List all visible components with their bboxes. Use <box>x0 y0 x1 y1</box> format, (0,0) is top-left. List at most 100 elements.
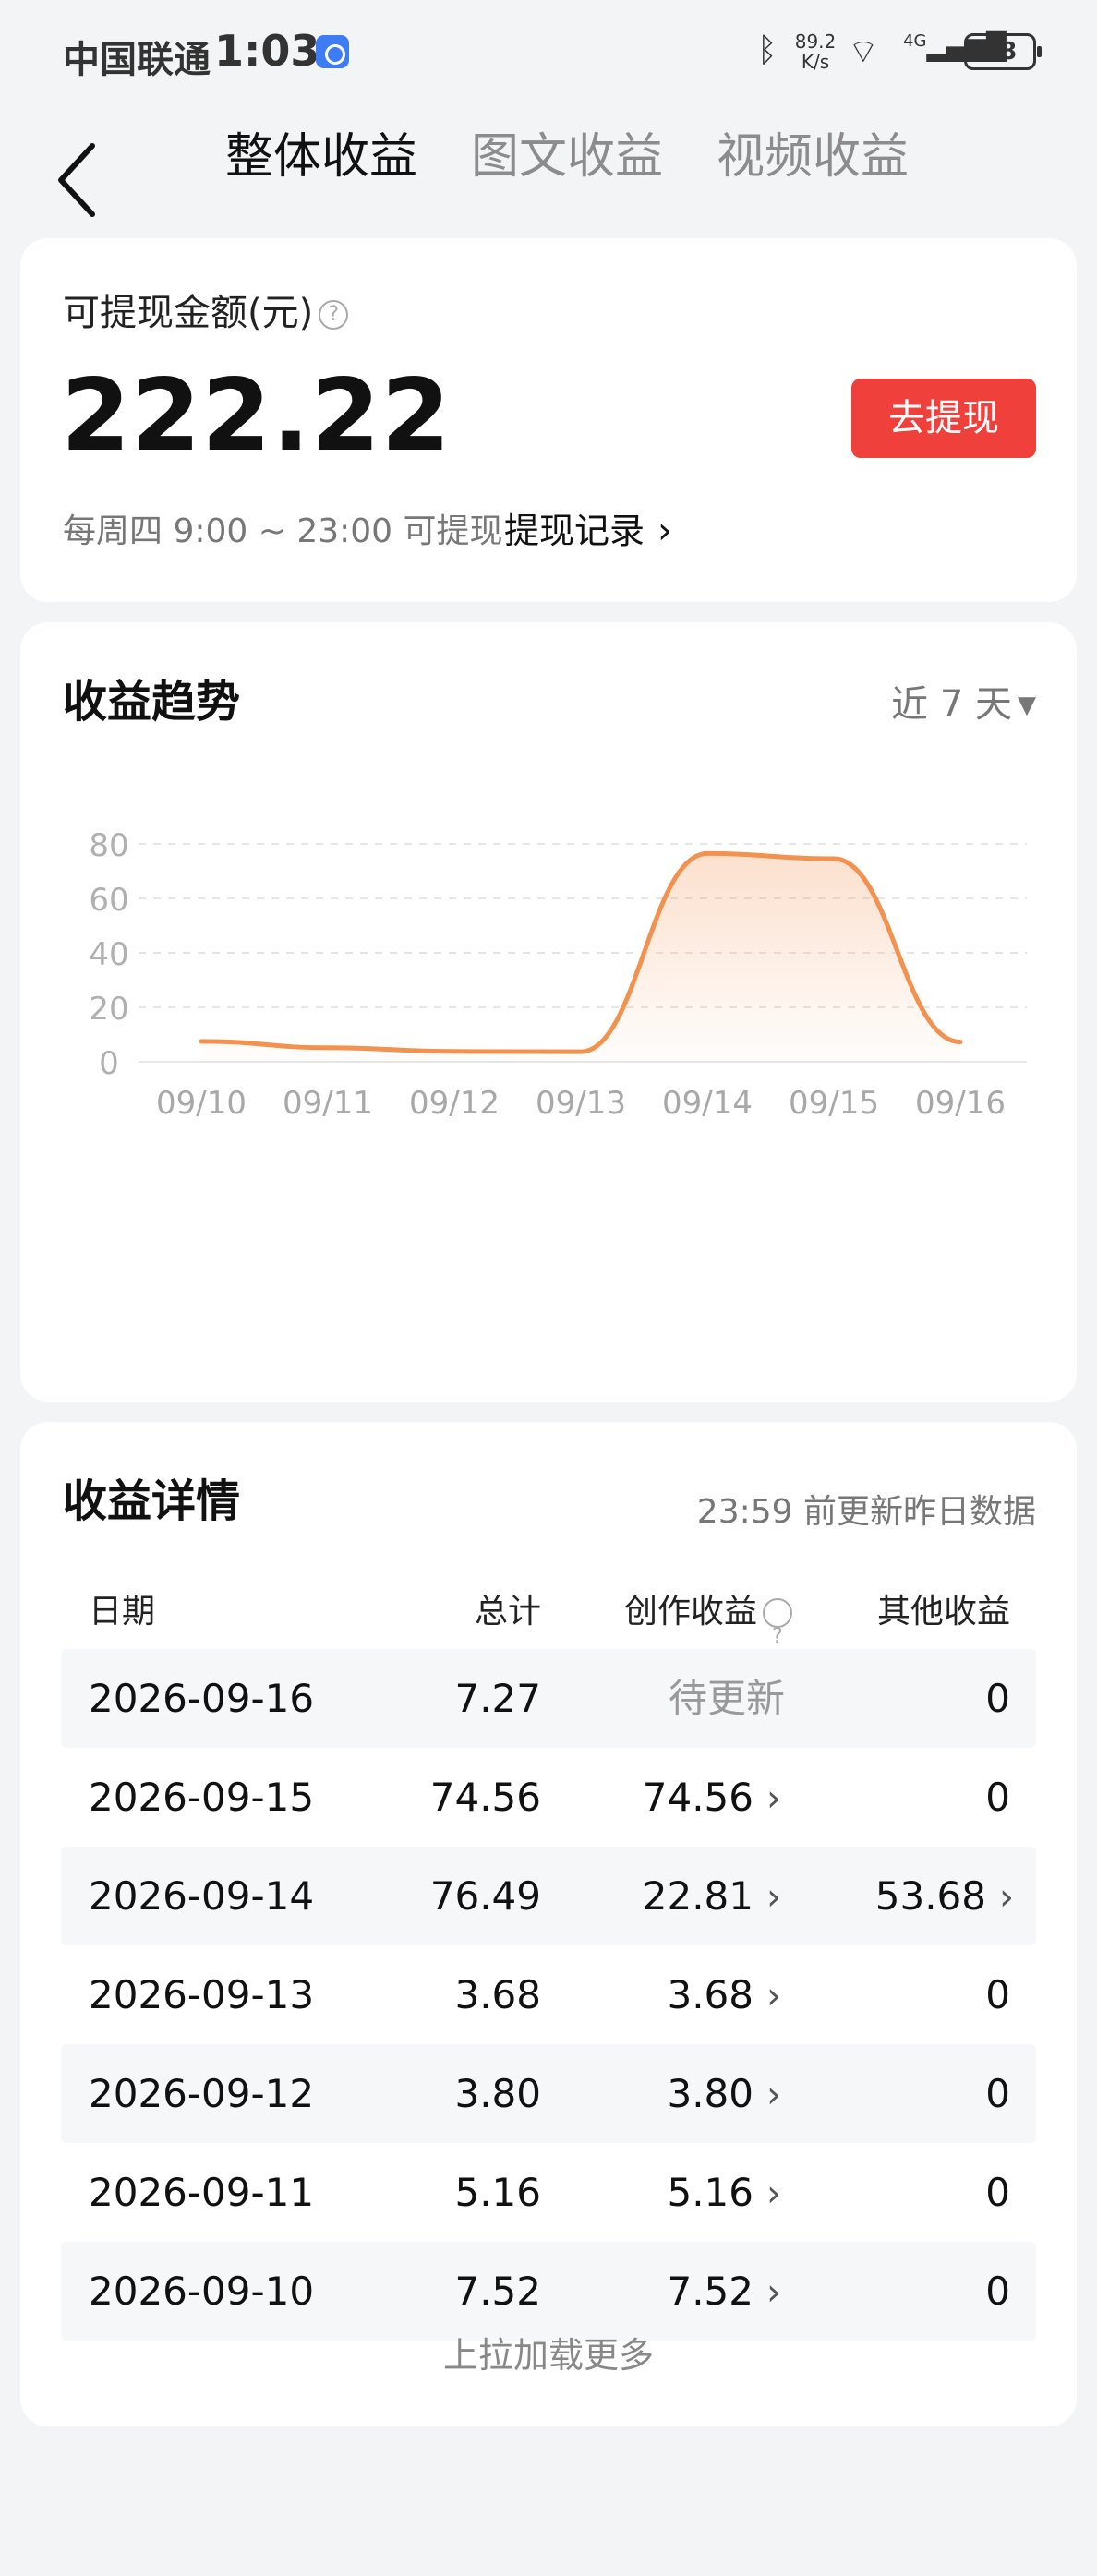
caret-down-icon: ▼ <box>1018 692 1036 719</box>
x-tick-label: 09/13 <box>536 1085 626 1122</box>
balance-card: 可提现金额(元)? 222.22 去提现 每周四 9:00 ~ 23:00 可提… <box>20 238 1077 602</box>
x-tick-label: 09/14 <box>662 1085 753 1122</box>
balance-label-row: 可提现金额(元)? <box>63 283 349 336</box>
withdraw-record-label: 提现记录 <box>504 511 645 551</box>
chevron-right-icon: › <box>657 510 673 552</box>
row-creation-link[interactable]: 22.81 › <box>643 1847 781 1947</box>
help-icon[interactable]: ? <box>763 1598 792 1648</box>
row-total: 76.49 <box>429 1873 541 1919</box>
y-tick-label: 0 <box>99 1045 119 1082</box>
net-speed: 89.2 K/s <box>794 30 837 73</box>
app-notification-icon <box>316 35 349 68</box>
withdraw-record-link[interactable]: 提现记录 › <box>504 502 672 553</box>
trend-chart: 0 20 40 60 80 09/10 09/11 09/12 09/13 09/14 09/15 0… <box>89 827 1027 1122</box>
details-card: 收益详情 23:59 前更新昨日数据 日期 总计 创作收益? 其他收益 2026… <box>20 1422 1077 2426</box>
chevron-right-icon: › <box>766 2271 781 2314</box>
row-other-link[interactable]: 53.68 › <box>875 1847 1014 1947</box>
col-creation-label: 创作收益 <box>623 1593 757 1631</box>
row-date: 2026-09-15 <box>89 1775 315 1820</box>
row-date: 2026-09-11 <box>89 2170 315 2215</box>
row-creation-link[interactable]: 5.16 › <box>667 2143 781 2244</box>
x-tick-label: 09/11 <box>283 1085 373 1122</box>
table-row: 2026-09-12 3.80 3.80 › 0 <box>61 2044 1036 2143</box>
x-tick-label: 09/10 <box>156 1085 247 1122</box>
trend-card: 收益趋势 近 7 天 ▼ 0 20 40 60 80 09/10 09/11 09/12 09/1… <box>20 622 1077 1402</box>
tab-article-income[interactable]: 图文收益 <box>471 120 663 194</box>
bluetooth-icon: ᛒ <box>757 31 778 69</box>
network-type: 4G <box>903 31 927 51</box>
details-table: 2026-09-16 7.27 待更新 0 2026-09-15 74.56 74.56 › 0… <box>61 1649 1036 2341</box>
chevron-right-icon: › <box>766 1777 781 1820</box>
chevron-right-icon: › <box>766 2173 781 2215</box>
y-tick-label: 20 <box>89 991 128 1028</box>
back-button[interactable] <box>52 138 107 222</box>
trend-title: 收益趋势 <box>63 676 241 728</box>
tab-bar: 整体收益 图文收益 视频收益 <box>225 120 962 194</box>
row-creation: 3.68 <box>667 1972 753 2017</box>
withdraw-schedule-note: 每周四 9:00 ~ 23:00 可提现 <box>63 512 503 550</box>
row-total: 3.80 <box>454 2071 541 2116</box>
withdraw-button[interactable]: 去提现 <box>851 379 1036 458</box>
y-tick-label: 60 <box>89 882 128 919</box>
row-other: 0 <box>985 1676 1010 1721</box>
tab-video-income[interactable]: 视频收益 <box>717 120 909 194</box>
range-select-value: 近 7 天 <box>891 683 1012 726</box>
table-row: 2026-09-15 74.56 74.56 › 0 <box>61 1748 1036 1847</box>
carrier-label: 中国联通 <box>63 39 211 81</box>
help-icon[interactable]: ? <box>319 300 349 330</box>
row-other: 0 <box>985 2071 1010 2116</box>
load-more-hint: 上拉加载更多 <box>442 2335 654 2376</box>
x-tick-label: 09/16 <box>915 1085 1006 1122</box>
row-creation-link[interactable]: 74.56 › <box>643 1748 781 1848</box>
range-select[interactable]: 近 7 天 ▼ <box>891 674 1036 728</box>
table-row: 2026-09-13 3.68 3.68 › 0 <box>61 1945 1036 2044</box>
chevron-right-icon: › <box>766 2074 781 2116</box>
y-tick-label: 80 <box>89 827 128 864</box>
table-row: 2026-09-11 5.16 5.16 › 0 <box>61 2143 1036 2242</box>
x-tick-label: 09/15 <box>789 1085 879 1122</box>
col-total: 总计 <box>474 1593 541 1631</box>
balance-label: 可提现金额(元) <box>63 292 314 334</box>
chevron-right-icon: › <box>766 1975 781 2017</box>
table-header: 日期 总计 创作收益? 其他收益 <box>61 1575 1036 1649</box>
clock: 1:03 <box>214 26 320 76</box>
status-bar: 中国联通 1:03 ᛒ 89.2 K/s ⌔ 4G▂▄▆█ 48 <box>0 0 1097 102</box>
chevron-left-icon <box>58 143 95 217</box>
row-other: 0 <box>985 2170 1010 2215</box>
row-creation-link[interactable]: 3.68 › <box>667 1945 781 2046</box>
row-date: 2026-09-12 <box>89 2071 315 2116</box>
row-creation: 74.56 <box>642 1775 753 1820</box>
y-tick-label: 40 <box>89 936 128 973</box>
row-creation: 22.81 <box>642 1873 753 1919</box>
details-update-note: 23:59 前更新昨日数据 <box>696 1493 1036 1531</box>
tab-overall-income[interactable]: 整体收益 <box>225 120 417 194</box>
details-title: 收益详情 <box>63 1475 241 1527</box>
table-row: 2026-09-16 7.27 待更新 0 <box>61 1649 1036 1748</box>
row-creation: 7.52 <box>667 2269 753 2314</box>
row-total: 7.27 <box>454 1676 541 1721</box>
row-creation: 3.80 <box>667 2071 753 2116</box>
row-date: 2026-09-10 <box>89 2269 315 2314</box>
col-date: 日期 <box>89 1593 156 1631</box>
row-other: 0 <box>985 2269 1010 2314</box>
row-other: 0 <box>985 1775 1010 1820</box>
table-row: 2026-09-10 7.52 7.52 › 0 <box>61 2242 1036 2341</box>
row-date: 2026-09-13 <box>89 1972 315 2017</box>
balance-amount: 222.22 <box>61 358 452 474</box>
row-total: 5.16 <box>454 2170 541 2215</box>
series-area <box>201 853 960 1062</box>
row-total: 3.68 <box>454 1972 541 2017</box>
col-creation: 创作收益? <box>624 1575 792 1649</box>
wifi-icon: ⌔ <box>848 33 879 71</box>
battery-indicator: 48 <box>964 33 1042 70</box>
row-creation: 5.16 <box>667 2170 753 2215</box>
row-creation: 待更新 <box>668 1676 785 1721</box>
row-other: 0 <box>985 1972 1010 2017</box>
row-other: 53.68 <box>874 1873 986 1919</box>
col-other: 其他收益 <box>876 1593 1010 1631</box>
chevron-right-icon: › <box>999 1876 1014 1919</box>
row-creation-link[interactable]: 3.80 › <box>667 2044 781 2145</box>
row-total: 7.52 <box>454 2269 541 2314</box>
table-row: 2026-09-14 76.49 22.81 › 53.68 › <box>61 1847 1036 1945</box>
x-tick-label: 09/12 <box>409 1085 500 1122</box>
